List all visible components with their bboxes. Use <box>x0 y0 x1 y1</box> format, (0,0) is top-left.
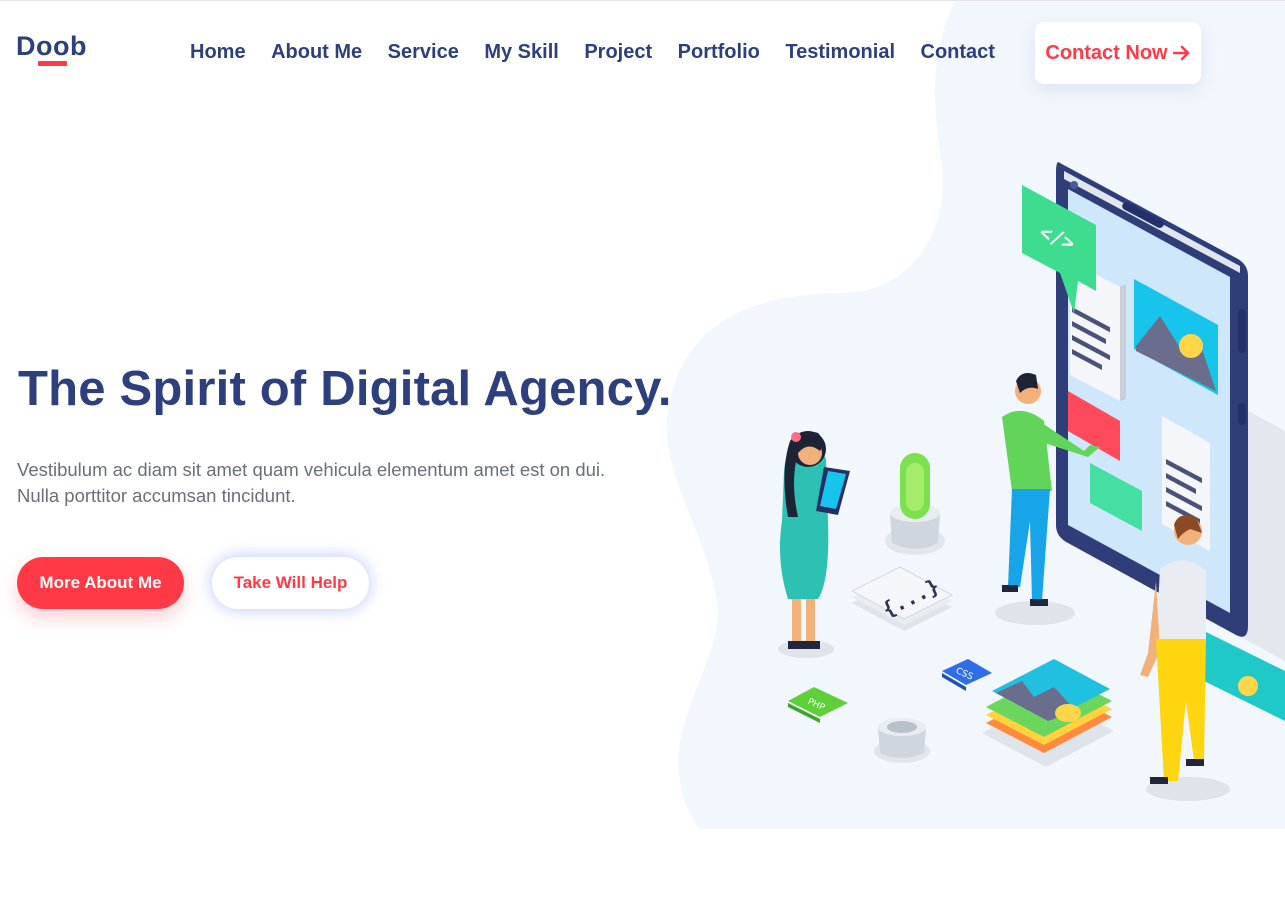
hero-illustration: </> {...} CSS PHP <box>778 162 1285 801</box>
nav-item-portfolio[interactable]: Portfolio <box>678 41 760 64</box>
logo-text: Doob <box>16 31 87 61</box>
arrow-right-icon <box>1172 45 1191 61</box>
nav-item-about-me[interactable]: About Me <box>271 41 362 64</box>
nav-item-service[interactable]: Service <box>388 41 459 64</box>
main-nav: Home About Me Service My Skill Project P… <box>190 41 1020 64</box>
more-about-me-button[interactable]: More About Me <box>17 557 184 609</box>
man-green-figure <box>1002 410 1052 491</box>
logo[interactable]: Doob <box>16 31 87 66</box>
hero-title: The Spirit of Digital Agency. <box>18 362 672 416</box>
logo-underline <box>38 61 67 66</box>
contact-now-label: Contact Now <box>1045 41 1168 64</box>
nav-item-home[interactable]: Home <box>190 41 246 64</box>
take-will-help-button[interactable]: Take Will Help <box>212 557 369 609</box>
nav-item-my-skill[interactable]: My Skill <box>484 41 558 64</box>
nav-item-contact[interactable]: Contact <box>921 41 995 64</box>
man-yellow-figure <box>1156 560 1206 641</box>
phone-camera <box>1070 181 1078 189</box>
hero-description: Vestibulum ac diam sit amet quam vehicul… <box>17 459 606 506</box>
nav-item-project[interactable]: Project <box>584 41 652 64</box>
contact-now-button[interactable]: Contact Now <box>1035 22 1201 84</box>
nav-item-testimonial[interactable]: Testimonial <box>785 41 895 64</box>
